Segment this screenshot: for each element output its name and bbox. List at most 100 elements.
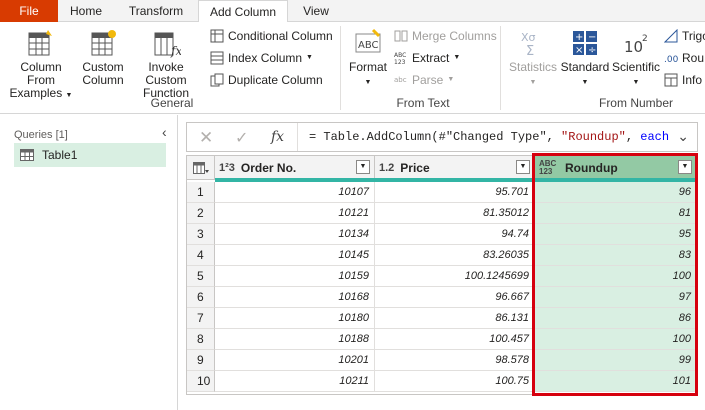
cell-roundup[interactable]: 81 [535,203,697,224]
filter-dropdown-icon[interactable]: ▼ [356,160,370,174]
row-number[interactable]: 8 [187,329,215,350]
svg-text:ABC: ABC [394,52,406,59]
row-number[interactable]: 3 [187,224,215,245]
queries-pane-title: Queries [1] [14,129,68,141]
cell-roundup[interactable]: 100 [535,329,697,350]
row-number[interactable]: 6 [187,287,215,308]
chevron-left-icon[interactable]: ‹ [162,124,167,140]
cell-price[interactable]: 98.578 [375,350,535,371]
tab-file[interactable]: File [0,0,58,22]
row-number[interactable]: 1 [187,182,215,203]
tab-home[interactable]: Home [58,0,114,22]
cell-order-no[interactable]: 10188 [215,329,375,350]
cell-order-no[interactable]: 10145 [215,245,375,266]
column-from-examples-label-1: Column From [20,60,62,87]
cell-roundup[interactable]: 101 [535,371,697,392]
custom-column-label-1: Custom [82,60,124,74]
row-number[interactable]: 9 [187,350,215,371]
cell-price[interactable]: 94.74 [375,224,535,245]
cell-order-no[interactable]: 10180 [215,308,375,329]
cell-price[interactable]: 86.131 [375,308,535,329]
cell-roundup[interactable]: 83 [535,245,697,266]
extract-icon: ABC123 [394,52,406,65]
svg-text:×: × [575,45,583,56]
scientific-button[interactable]: 10 2 Scientific ▼ [610,28,662,89]
filter-dropdown-icon[interactable]: ▼ [516,160,530,174]
query-item-table1[interactable]: Table1 [14,143,166,167]
row-number[interactable]: 4 [187,245,215,266]
index-column-label: Index Column [228,51,303,65]
cell-roundup[interactable]: 86 [535,308,697,329]
row-number[interactable]: 7 [187,308,215,329]
cell-roundup[interactable]: 99 [535,350,697,371]
conditional-column-button[interactable]: Conditional Column [210,26,333,46]
cell-price[interactable]: 83.26035 [375,245,535,266]
cell-price[interactable]: 100.1245699 [375,266,535,287]
cell-roundup[interactable]: 96 [535,182,697,203]
extract-label: Extract [412,51,450,65]
cell-order-no[interactable]: 10134 [215,224,375,245]
cell-order-no[interactable]: 10211 [215,371,375,392]
formula-sep: , [625,130,641,144]
column-from-examples-button[interactable]: Column From Examples ▼ [6,28,76,102]
row-number[interactable]: 2 [187,203,215,224]
formula-bar: ✕ ✓ fx = Table.AddColumn(#"Changed Type"… [186,122,698,152]
merge-columns-button[interactable]: Merge Columns [394,26,497,46]
information-label: Info [682,73,703,87]
ribbon: Column From Examples ▼ Custom Column fx … [0,22,705,114]
cell-price[interactable]: 100.457 [375,329,535,350]
standard-button[interactable]: + − × ÷ Standard ▼ [560,28,610,89]
custom-column-button[interactable]: Custom Column [80,28,126,87]
svg-text:abc: abc [394,76,407,84]
custom-column-label-2: Column [82,73,124,87]
column-header-roundup[interactable]: ABC 123 Roundup ▼ [535,156,697,180]
parse-button[interactable]: abc Parse ▼ [394,70,454,90]
invoke-custom-function-button[interactable]: fx Invoke Custom Function [126,28,206,100]
chevron-down-icon: ▼ [453,54,461,61]
chevron-down-icon[interactable]: ⌄ [677,128,689,145]
table-menu-button[interactable] [187,156,215,180]
extract-button[interactable]: ABC 123 Extract ▼ [394,48,460,68]
format-button[interactable]: ABC Format ▼ [346,28,390,89]
duplicate-column-button[interactable]: Duplicate Column [210,70,323,90]
column-header-order-no[interactable]: 1²3 Order No. ▼ [215,156,375,180]
cell-order-no[interactable]: 10121 [215,203,375,224]
cell-roundup[interactable]: 100 [535,266,697,287]
row-number[interactable]: 10 [187,371,215,392]
formula-string: "Roundup" [561,130,626,144]
cell-roundup[interactable]: 95 [535,224,697,245]
column-header-price[interactable]: 1.2 Price ▼ [375,156,535,180]
cell-order-no[interactable]: 10107 [215,182,375,203]
duplicate-column-label: Duplicate Column [228,73,323,87]
cell-price[interactable]: 100.75 [375,371,535,392]
cell-price[interactable]: 95.701 [375,182,535,203]
row-number[interactable]: 5 [187,266,215,287]
cell-price[interactable]: 81.35012 [375,203,535,224]
index-column-button[interactable]: Index Column ▼ [210,48,313,68]
tab-view[interactable]: View [288,0,344,22]
tab-transform[interactable]: Transform [114,0,198,22]
standard-label: Standard [560,60,610,74]
formula-input[interactable]: = Table.AddColumn(#"Changed Type", "Roun… [309,130,669,144]
group-label-from-number: From Number [598,96,673,110]
decimal-type-icon[interactable]: 1.2 [379,162,394,174]
whole-number-type-icon[interactable]: 1²3 [219,162,235,174]
formula-prefix: = Table.AddColumn(#"Changed Type", [309,130,562,144]
tab-add-column[interactable]: Add Column [198,0,288,23]
cell-order-no[interactable]: 10159 [215,266,375,287]
svg-text:fx: fx [170,44,181,58]
cell-order-no[interactable]: 10201 [215,350,375,371]
cell-roundup[interactable]: 97 [535,287,697,308]
cell-order-no[interactable]: 10168 [215,287,375,308]
any-type-icon[interactable]: ABC 123 [539,159,559,176]
parse-label: Parse [412,73,444,87]
filter-dropdown-icon[interactable]: ▼ [678,160,692,174]
fx-icon[interactable]: fx [271,129,284,145]
cancel-icon[interactable]: ✕ [199,128,213,148]
statistics-button[interactable]: Χσ Σ Statistics ▼ [506,28,560,89]
check-icon[interactable]: ✓ [235,128,248,148]
trigonometry-button[interactable]: Trigo [664,26,705,46]
rounding-button[interactable]: .00 Rou [664,48,704,68]
cell-price[interactable]: 96.667 [375,287,535,308]
information-button[interactable]: Info [664,70,702,90]
